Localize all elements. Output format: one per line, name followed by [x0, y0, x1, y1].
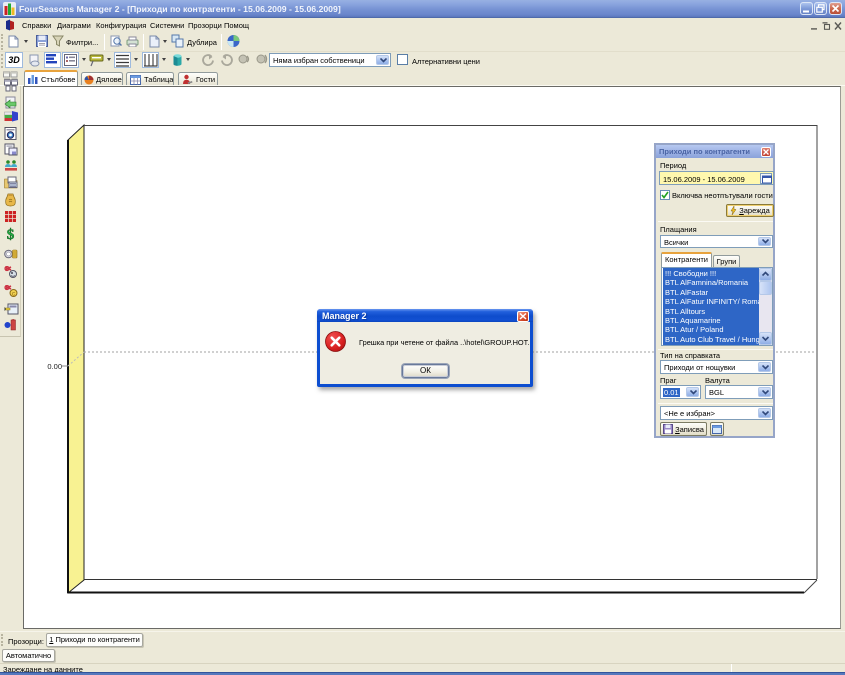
- svg-text:c: c: [12, 292, 15, 298]
- svg-text:$: $: [7, 227, 15, 241]
- svg-text:0.00: 0.00: [47, 362, 62, 371]
